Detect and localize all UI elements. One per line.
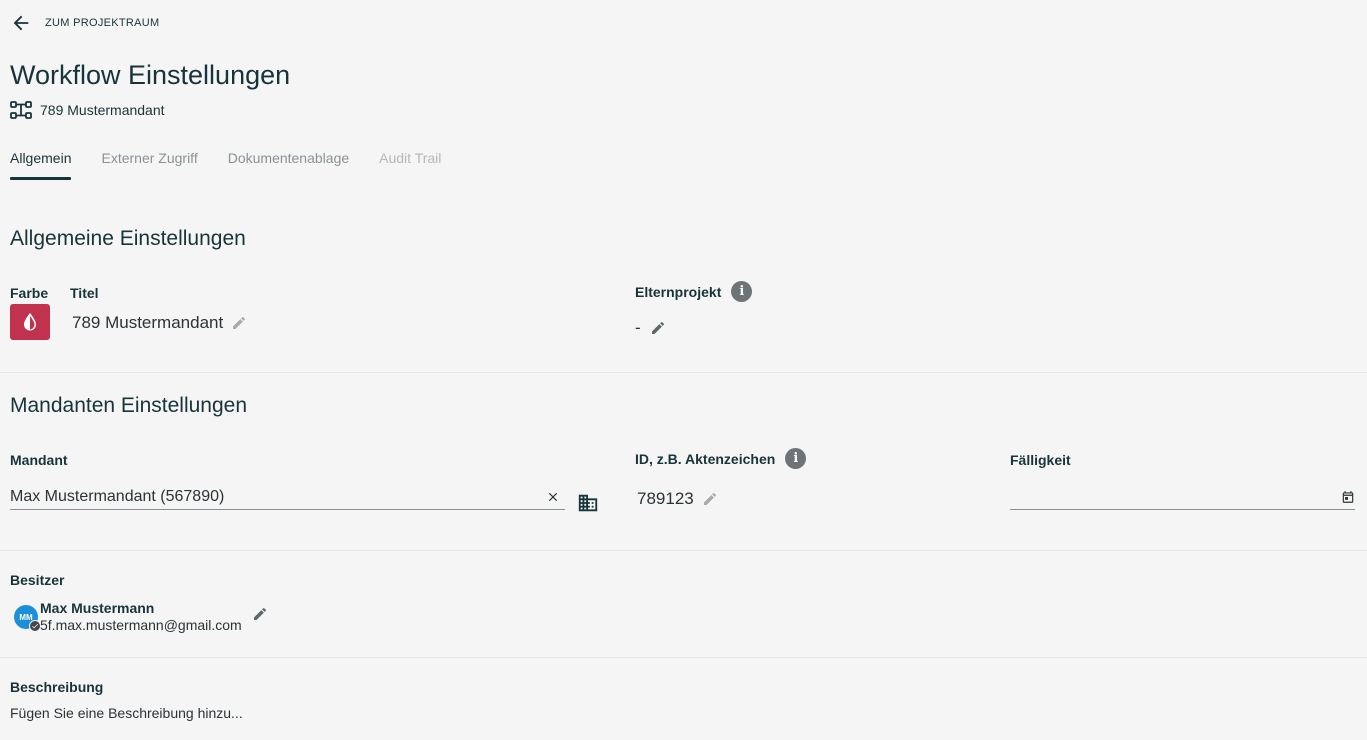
color-label: Farbe	[10, 285, 49, 301]
id-label: ID, z.B. Aktenzeichen	[635, 450, 776, 467]
building-icon[interactable]	[577, 492, 599, 514]
section-divider	[0, 372, 1367, 373]
due-date-field[interactable]	[1010, 484, 1355, 510]
parent-project-header: Elternprojekt i	[635, 281, 753, 302]
tab-audit-trail: Audit Trail	[379, 150, 442, 166]
workflow-icon	[10, 101, 32, 119]
close-icon[interactable]	[543, 487, 563, 507]
workflow-subtitle-text: 789 Mustermandant	[40, 102, 165, 118]
id-value-row: 789123	[637, 489, 718, 509]
page-title: Workflow Einstellungen	[10, 60, 291, 90]
client-label: Mandant	[10, 452, 68, 468]
pencil-icon[interactable]	[650, 320, 666, 336]
general-settings-title: Allgemeine Einstellungen	[10, 227, 246, 250]
pencil-icon[interactable]	[252, 606, 268, 622]
info-icon[interactable]: i	[731, 281, 753, 302]
tab-dokumentenablage[interactable]: Dokumentenablage	[228, 150, 349, 180]
parent-project-value: -	[635, 318, 641, 337]
workflow-subtitle: 789 Mustermandant	[10, 100, 165, 120]
drop-icon	[24, 313, 36, 331]
pencil-icon[interactable]	[231, 315, 247, 331]
owner-email: 5f.max.mustermann@gmail.com	[40, 617, 242, 633]
avatar: MM	[14, 605, 41, 632]
client-settings-title: Mandanten Einstellungen	[10, 394, 248, 417]
id-header: ID, z.B. Aktenzeichen i	[635, 448, 807, 469]
arrow-left-icon	[13, 15, 29, 31]
title-label: Titel	[70, 285, 99, 301]
owner-label: Besitzer	[10, 572, 65, 588]
settings-tabs: Allgemein Externer Zugriff Dokumentenabl…	[10, 150, 441, 180]
parent-project-label: Elternprojekt	[635, 283, 722, 300]
title-value: 789 Mustermandant	[72, 313, 224, 332]
description-label: Beschreibung	[10, 679, 104, 695]
back-to-project-room-link[interactable]: ZUM PROJEKTRAUM	[10, 12, 160, 34]
due-date-label: Fälligkeit	[1010, 452, 1071, 468]
parent-project-value-row: -	[635, 318, 666, 338]
color-picker-button[interactable]	[10, 304, 50, 340]
back-link-label: ZUM PROJEKTRAUM	[45, 17, 160, 29]
section-divider	[0, 657, 1367, 658]
info-icon[interactable]: i	[785, 448, 807, 469]
id-value: 789123	[637, 489, 694, 508]
client-input-value: Max Mustermandant (567890)	[10, 487, 225, 505]
pencil-icon[interactable]	[702, 491, 718, 507]
tab-allgemein[interactable]: Allgemein	[10, 150, 72, 180]
title-value-row: 789 Mustermandant	[72, 313, 247, 333]
tab-externer-zugriff[interactable]: Externer Zugriff	[101, 150, 197, 180]
client-field[interactable]: Max Mustermandant (567890)	[10, 484, 565, 510]
section-divider	[0, 550, 1367, 551]
description-input[interactable]: Fügen Sie eine Beschreibung hinzu...	[10, 705, 243, 721]
calendar-icon[interactable]	[1341, 490, 1355, 504]
owner-name: Max Mustermann	[40, 600, 155, 616]
